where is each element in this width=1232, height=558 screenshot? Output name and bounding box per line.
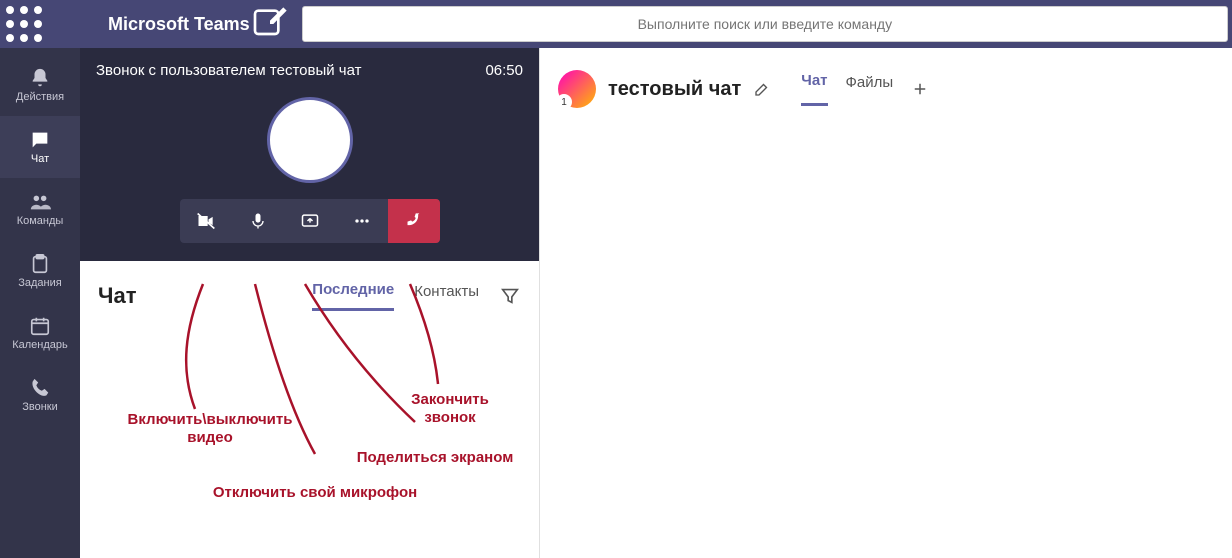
chat-list-tab-contacts[interactable]: Контакты xyxy=(414,283,479,310)
calendar-icon xyxy=(29,315,51,337)
rail-item-assignments[interactable]: Задания xyxy=(0,240,80,302)
new-chat-icon[interactable] xyxy=(250,4,290,44)
rail-item-calls[interactable]: Звонки xyxy=(0,364,80,426)
title-bar: Microsoft Teams xyxy=(0,0,1232,48)
main-tab-files[interactable]: Файлы xyxy=(846,74,894,105)
camera-off-icon xyxy=(196,211,216,231)
rail-label: Команды xyxy=(17,215,64,227)
rail-label: Задания xyxy=(18,277,61,289)
chat-list-tab-recent[interactable]: Последние xyxy=(312,281,394,311)
more-icon xyxy=(352,211,372,231)
app-title: Microsoft Teams xyxy=(48,14,250,35)
rail-item-activity[interactable]: Действия xyxy=(0,54,80,116)
chat-list-title: Чат xyxy=(98,283,136,309)
main-tab-chat[interactable]: Чат xyxy=(801,72,827,106)
annotation-share: Поделиться экраном xyxy=(335,449,535,467)
call-avatar xyxy=(267,97,353,183)
app-launcher-icon[interactable] xyxy=(0,0,48,48)
share-screen-button[interactable] xyxy=(284,199,336,243)
hangup-icon xyxy=(404,211,424,231)
mic-icon xyxy=(248,211,268,231)
more-options-button[interactable] xyxy=(336,199,388,243)
call-title: Звонок с пользователем тестовый чат xyxy=(96,62,362,79)
edit-chat-name-icon[interactable] xyxy=(753,80,771,98)
rail-label: Звонки xyxy=(22,401,58,413)
toggle-camera-button[interactable] xyxy=(180,199,232,243)
call-toolbar xyxy=(180,199,440,243)
chat-list-panel: Чат Последние Контакты Включить\выключит… xyxy=(80,261,539,558)
annotation-hangup: Закончить звонок xyxy=(380,391,520,427)
app-rail: Действия Чат Команды Задания Календарь З… xyxy=(0,48,80,558)
rail-label: Действия xyxy=(16,91,64,103)
presence-badge: 1 xyxy=(556,94,572,110)
teams-icon xyxy=(29,191,51,213)
call-panel: Звонок с пользователем тестовый чат 06:5… xyxy=(80,48,539,261)
annotation-mic: Отключить свой микрофон xyxy=(175,484,455,502)
rail-label: Календарь xyxy=(12,339,68,351)
chat-avatar: 1 xyxy=(558,70,596,108)
chat-icon xyxy=(29,129,51,151)
chat-name: тестовый чат xyxy=(608,78,741,101)
hangup-button[interactable] xyxy=(388,199,440,243)
rail-item-teams[interactable]: Команды xyxy=(0,178,80,240)
search-input[interactable] xyxy=(302,6,1228,42)
phone-icon xyxy=(29,377,51,399)
rail-item-chat[interactable]: Чат xyxy=(0,116,80,178)
chat-main: 1 тестовый чат Чат Файлы xyxy=(540,48,1232,558)
share-screen-icon xyxy=(300,211,320,231)
filter-icon[interactable] xyxy=(499,285,521,307)
rail-label: Чат xyxy=(31,153,49,165)
bell-icon xyxy=(29,67,51,89)
rail-item-calendar[interactable]: Календарь xyxy=(0,302,80,364)
annotation-video: Включить\выключить видео xyxy=(110,411,310,447)
add-tab-icon[interactable] xyxy=(911,80,929,98)
assignments-icon xyxy=(29,253,51,275)
call-duration: 06:50 xyxy=(485,62,523,79)
toggle-mic-button[interactable] xyxy=(232,199,284,243)
